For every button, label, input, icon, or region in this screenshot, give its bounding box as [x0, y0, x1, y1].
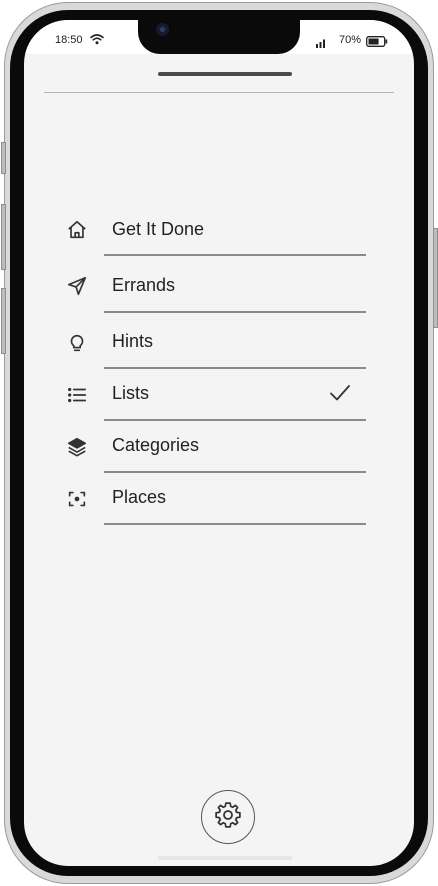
- camera-notch: [138, 20, 300, 54]
- front-camera: [156, 23, 169, 36]
- wifi-icon: [90, 32, 104, 50]
- settings-button[interactable]: [201, 790, 255, 844]
- cellular-signal-icon: [316, 35, 328, 53]
- send-icon: [64, 273, 90, 299]
- battery-icon: [366, 34, 388, 52]
- layers-icon: [64, 434, 90, 460]
- menu-item-hints[interactable]: Hints: [24, 313, 414, 369]
- menu-item-label: Errands: [112, 275, 176, 295]
- menu-item-label: Lists: [112, 383, 150, 403]
- header-divider: [44, 92, 394, 93]
- menu-item-get-it-done[interactable]: Get It Done: [24, 204, 414, 256]
- menu-item-label: Categories: [112, 435, 200, 455]
- lightbulb-icon: [64, 330, 90, 356]
- checkmark-icon: [328, 382, 352, 409]
- menu-item-errands[interactable]: Errands: [24, 256, 414, 313]
- menu-item-label: Hints: [112, 331, 154, 351]
- status-time: 18:50: [55, 34, 83, 46]
- menu-item-label: Places: [112, 487, 167, 507]
- battery-percent: 70%: [339, 34, 362, 46]
- home-icon: [64, 217, 90, 243]
- menu-item-divider: [104, 523, 366, 525]
- navigation-menu: Get It Done Errands Hints Lists Categori…: [24, 204, 414, 525]
- volume-down-button: [1, 288, 6, 354]
- menu-item-label: Get It Done: [112, 219, 205, 239]
- gear-icon: [213, 800, 243, 835]
- list-icon: [64, 382, 90, 408]
- mute-switch: [1, 142, 6, 174]
- volume-up-button: [1, 204, 6, 270]
- app-screen: 18:50 70% Get It Done Errands Hints List…: [24, 20, 414, 866]
- drag-handle[interactable]: [158, 72, 292, 76]
- menu-item-categories[interactable]: Categories: [24, 421, 414, 473]
- focus-target-icon: [64, 486, 90, 512]
- menu-item-places[interactable]: Places: [24, 473, 414, 525]
- power-button: [433, 228, 438, 328]
- menu-item-lists[interactable]: Lists: [24, 369, 414, 421]
- home-indicator: [158, 856, 292, 860]
- device-mockup: 18:50 70% Get It Done Errands Hints List…: [0, 0, 438, 886]
